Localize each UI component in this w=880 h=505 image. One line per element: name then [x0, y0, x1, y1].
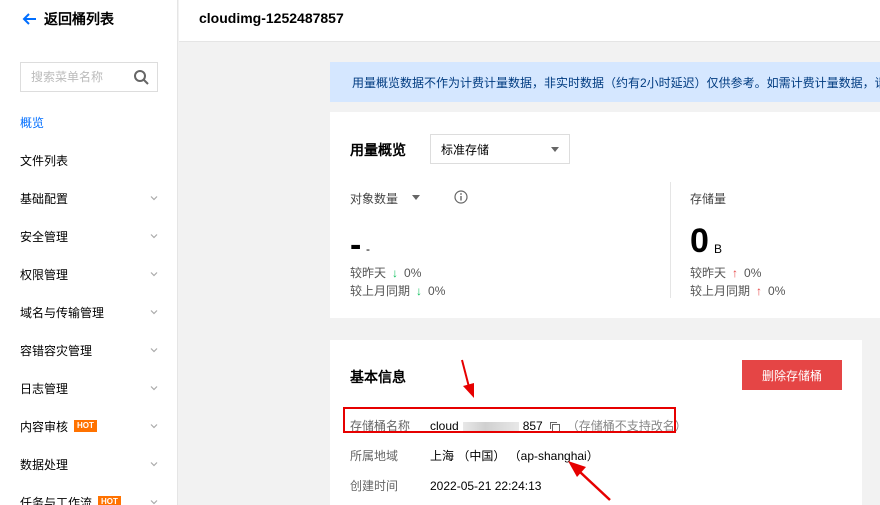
objects-vs-last-month: 较上月同期 ↓ 0% [350, 282, 445, 299]
vs-yesterday-label: 较昨天 [690, 266, 727, 280]
arrow-down-icon: ↓ [416, 283, 423, 298]
annotation-highlight-box [343, 407, 676, 433]
sidebar-item-label: 任务与工作流 [20, 495, 93, 505]
sidebar-item-1[interactable]: 文件列表 [0, 141, 178, 179]
sidebar-item-label: 内容审核 [20, 419, 69, 434]
storage-label: 存储量 [690, 192, 727, 206]
sidebar-item-2[interactable]: 基础配置 [0, 179, 178, 217]
sidebar-item-label: 安全管理 [20, 229, 69, 244]
arrow-left-icon [22, 13, 36, 25]
chevron-down-icon [150, 462, 158, 467]
sidebar-item-9[interactable]: 数据处理 [0, 445, 178, 483]
vs-yesterday-value: 0% [404, 265, 422, 280]
delete-bucket-button[interactable]: 删除存储桶 [742, 360, 842, 390]
region-label: 所属地域 [350, 449, 399, 463]
hot-badge: HOT [74, 420, 97, 432]
chevron-down-icon [150, 234, 158, 239]
chevron-down-icon [150, 348, 158, 353]
overview-title: 用量概览 [350, 142, 406, 158]
created-label: 创建时间 [350, 479, 399, 493]
objects-value: - [350, 226, 362, 264]
storage-value: 0 [690, 222, 709, 260]
objects-vs-yesterday: 较昨天 ↓ 0% [350, 264, 421, 281]
caret-down-icon [551, 147, 559, 152]
vs-yesterday-label: 较昨天 [350, 266, 387, 280]
sidebar-menu: 概览文件列表基础配置安全管理权限管理域名与传输管理 容错容灾管理 日志管理内容审核 H… [0, 103, 178, 505]
objects-unit: - [366, 242, 370, 256]
sidebar-item-label: 容错容灾管理 [20, 343, 93, 358]
created-row: 创建时间 2022-05-21 22:24:13 [350, 477, 541, 494]
arrow-down-icon: ↓ [392, 265, 399, 280]
sidebar-item-5[interactable]: 域名与传输管理 [0, 293, 178, 331]
storage-unit: B [714, 242, 723, 256]
created-value: 2022-05-21 22:24:13 [430, 479, 542, 493]
back-to-bucket-list[interactable]: 返回桶列表 [22, 9, 114, 29]
arrow-up-icon: ↑ [756, 283, 763, 298]
sidebar-item-0[interactable]: 概览 [0, 103, 178, 141]
usage-overview-card: 用量概览 标准存储 对象数量 - - 较昨天 ↓ 0% 较上月同期 ↓ 0% 存… [330, 112, 880, 318]
menu-search-input[interactable] [21, 64, 129, 90]
chevron-down-icon [150, 424, 158, 429]
objects-label[interactable]: 对象数量 [350, 190, 398, 207]
sidebar-item-label: 数据处理 [20, 457, 69, 472]
info-icon[interactable] [454, 190, 468, 204]
chevron-down-icon [150, 272, 158, 277]
header: cloudimg-1252487857 [179, 0, 880, 42]
arrow-up-icon: ↑ [732, 265, 739, 280]
usage-notice: 用量概览数据不作为计费计量数据，非实时数据（约有2小时延迟）仅供参考。如需计费计… [330, 62, 880, 102]
region-value: 上海 （中国） （ap-shanghai） [430, 449, 599, 463]
hot-badge: HOT [98, 496, 121, 505]
sidebar-item-label: 概览 [20, 115, 45, 130]
sidebar-item-7[interactable]: 日志管理 [0, 369, 178, 407]
chevron-down-icon [150, 196, 158, 201]
sidebar-item-8[interactable]: 内容审核 HOT [0, 407, 178, 445]
menu-search[interactable] [20, 62, 158, 92]
sidebar-item-label: 日志管理 [20, 381, 69, 396]
storage-vs-yesterday: 较昨天 ↑ 0% [690, 264, 761, 281]
vs-last-month-label: 较上月同期 [350, 284, 411, 298]
vs-last-month-value: 0% [428, 283, 446, 298]
page-title: cloudimg-1252487857 [199, 10, 344, 26]
caret-down-icon[interactable] [412, 195, 420, 200]
notice-text: 用量概览数据不作为计费计量数据，非实时数据（约有2小时延迟）仅供参考。如需计费计… [352, 75, 880, 90]
storage-class-select[interactable]: 标准存储 [430, 134, 570, 164]
sidebar-item-4[interactable]: 权限管理 [0, 255, 178, 293]
search-icon[interactable] [133, 69, 149, 85]
back-label: 返回桶列表 [44, 11, 114, 27]
sidebar-item-label: 权限管理 [20, 267, 69, 282]
sidebar-item-10[interactable]: 任务与工作流 HOT [0, 483, 178, 505]
chevron-down-icon [150, 386, 158, 391]
divider [670, 182, 671, 298]
sidebar-item-label: 基础配置 [20, 191, 69, 206]
vs-last-month-label: 较上月同期 [690, 284, 751, 298]
sidebar-item-3[interactable]: 安全管理 [0, 217, 178, 255]
chevron-down-icon [150, 500, 158, 505]
vs-yesterday-value: 0% [744, 265, 762, 280]
sidebar-item-label: 文件列表 [20, 153, 69, 168]
storage-vs-last-month: 较上月同期 ↑ 0% [690, 282, 785, 299]
vs-last-month-value: 0% [768, 283, 786, 298]
region-row: 所属地域 上海 （中国） （ap-shanghai） [350, 447, 599, 464]
sidebar: 返回桶列表 概览文件列表基础配置安全管理权限管理域名与传输管理容错容灾管理日志管… [0, 0, 178, 505]
storage-class-value: 标准存储 [441, 142, 490, 157]
sidebar-item-label: 域名与传输管理 [20, 305, 105, 320]
sidebar-item-6[interactable]: 容错容灾管理 [0, 331, 178, 369]
chevron-down-icon [150, 310, 158, 315]
basic-info-title: 基本信息 [350, 369, 406, 385]
